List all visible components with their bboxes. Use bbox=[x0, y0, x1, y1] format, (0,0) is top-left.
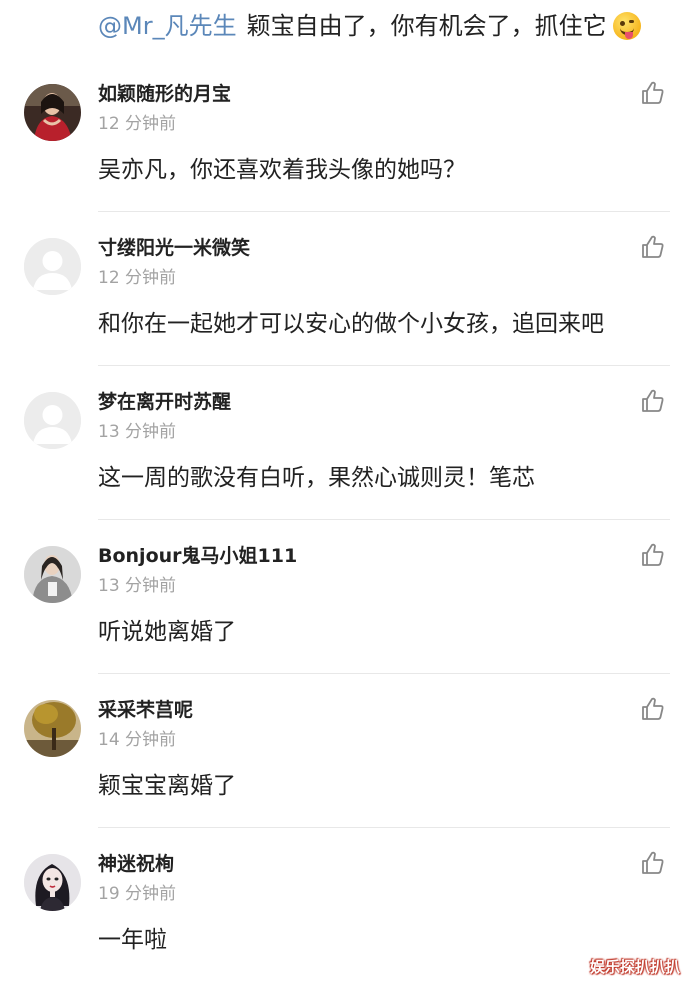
comment-item: 寸缕阳光一米微笑 12 分钟前 和你在一起她才可以安心的做个小女孩，追回来吧 bbox=[0, 212, 690, 366]
thumbs-up-icon[interactable] bbox=[640, 850, 666, 876]
comment-item: 如颖随形的月宝 12 分钟前 吴亦凡，你还喜欢着我头像的她吗？ bbox=[0, 58, 690, 212]
comment-item: 神迷祝栒 19 分钟前 一年啦 bbox=[0, 828, 690, 982]
avatar-portrait-grey-outfit bbox=[24, 546, 81, 603]
comment-feed: @Mr_凡先生 颖宝自由了，你有机会了，抓住它 如颖随形的月宝 12 分钟前 吴… bbox=[0, 0, 690, 989]
username[interactable]: 梦在离开时苏醒 bbox=[98, 388, 231, 416]
mention-link[interactable]: @Mr_凡先生 bbox=[98, 4, 237, 48]
avatar-autumn-tree bbox=[24, 700, 81, 757]
comment-time: 13 分钟前 bbox=[98, 422, 177, 442]
comment-text: 和你在一起她才可以安心的做个小女孩，追回来吧 bbox=[98, 311, 604, 337]
avatar-illustrated-woman bbox=[24, 854, 81, 911]
comment-text: 颖宝宝离婚了 bbox=[98, 773, 236, 799]
avatar[interactable] bbox=[24, 238, 81, 295]
username[interactable]: Bonjour鬼马小姐111 bbox=[98, 542, 297, 570]
top-reply-text: 颖宝自由了，你有机会了，抓住它 bbox=[246, 12, 607, 40]
username[interactable]: 如颖随形的月宝 bbox=[98, 80, 231, 108]
avatar[interactable] bbox=[24, 84, 81, 141]
comment-item: Bonjour鬼马小姐111 13 分钟前 听说她离婚了 bbox=[0, 520, 690, 674]
thumbs-up-icon[interactable] bbox=[640, 388, 666, 414]
thumbs-up-icon[interactable] bbox=[640, 696, 666, 722]
comment-time: 13 分钟前 bbox=[98, 576, 177, 596]
comment-time: 14 分钟前 bbox=[98, 730, 177, 750]
comment-time: 12 分钟前 bbox=[98, 268, 177, 288]
avatar-portrait-red-dress bbox=[24, 84, 81, 141]
username[interactable]: 神迷祝栒 bbox=[98, 850, 174, 878]
avatar[interactable] bbox=[24, 392, 81, 449]
thumbs-up-icon[interactable] bbox=[640, 234, 666, 260]
top-reply: @Mr_凡先生 颖宝自由了，你有机会了，抓住它 bbox=[98, 4, 688, 48]
comment-text: 这一周的歌没有白听，果然心诚则灵！笔芯 bbox=[98, 465, 535, 491]
comment-text: 吴亦凡，你还喜欢着我头像的她吗？ bbox=[98, 157, 466, 183]
comment-text: 一年啦 bbox=[98, 927, 167, 953]
username[interactable]: 寸缕阳光一米微笑 bbox=[98, 234, 250, 262]
comment-time: 12 分钟前 bbox=[98, 114, 177, 134]
avatar-default-grey bbox=[24, 238, 81, 295]
comment-time: 19 分钟前 bbox=[98, 884, 177, 904]
avatar-default-grey bbox=[24, 392, 81, 449]
thumbs-up-icon[interactable] bbox=[640, 542, 666, 568]
username[interactable]: 采采芣莒呢 bbox=[98, 696, 193, 724]
avatar[interactable] bbox=[24, 854, 81, 911]
comment-item: 采采芣莒呢 14 分钟前 颖宝宝离婚了 bbox=[0, 674, 690, 828]
avatar[interactable] bbox=[24, 546, 81, 603]
watermark: 娱乐探扒扒扒 bbox=[589, 958, 680, 976]
avatar[interactable] bbox=[24, 700, 81, 757]
comment-text: 听说她离婚了 bbox=[98, 619, 236, 645]
tongue-wink-emoji-icon bbox=[612, 12, 641, 40]
comment-item: 梦在离开时苏醒 13 分钟前 这一周的歌没有白听，果然心诚则灵！笔芯 bbox=[0, 366, 690, 520]
thumbs-up-icon[interactable] bbox=[640, 80, 666, 106]
